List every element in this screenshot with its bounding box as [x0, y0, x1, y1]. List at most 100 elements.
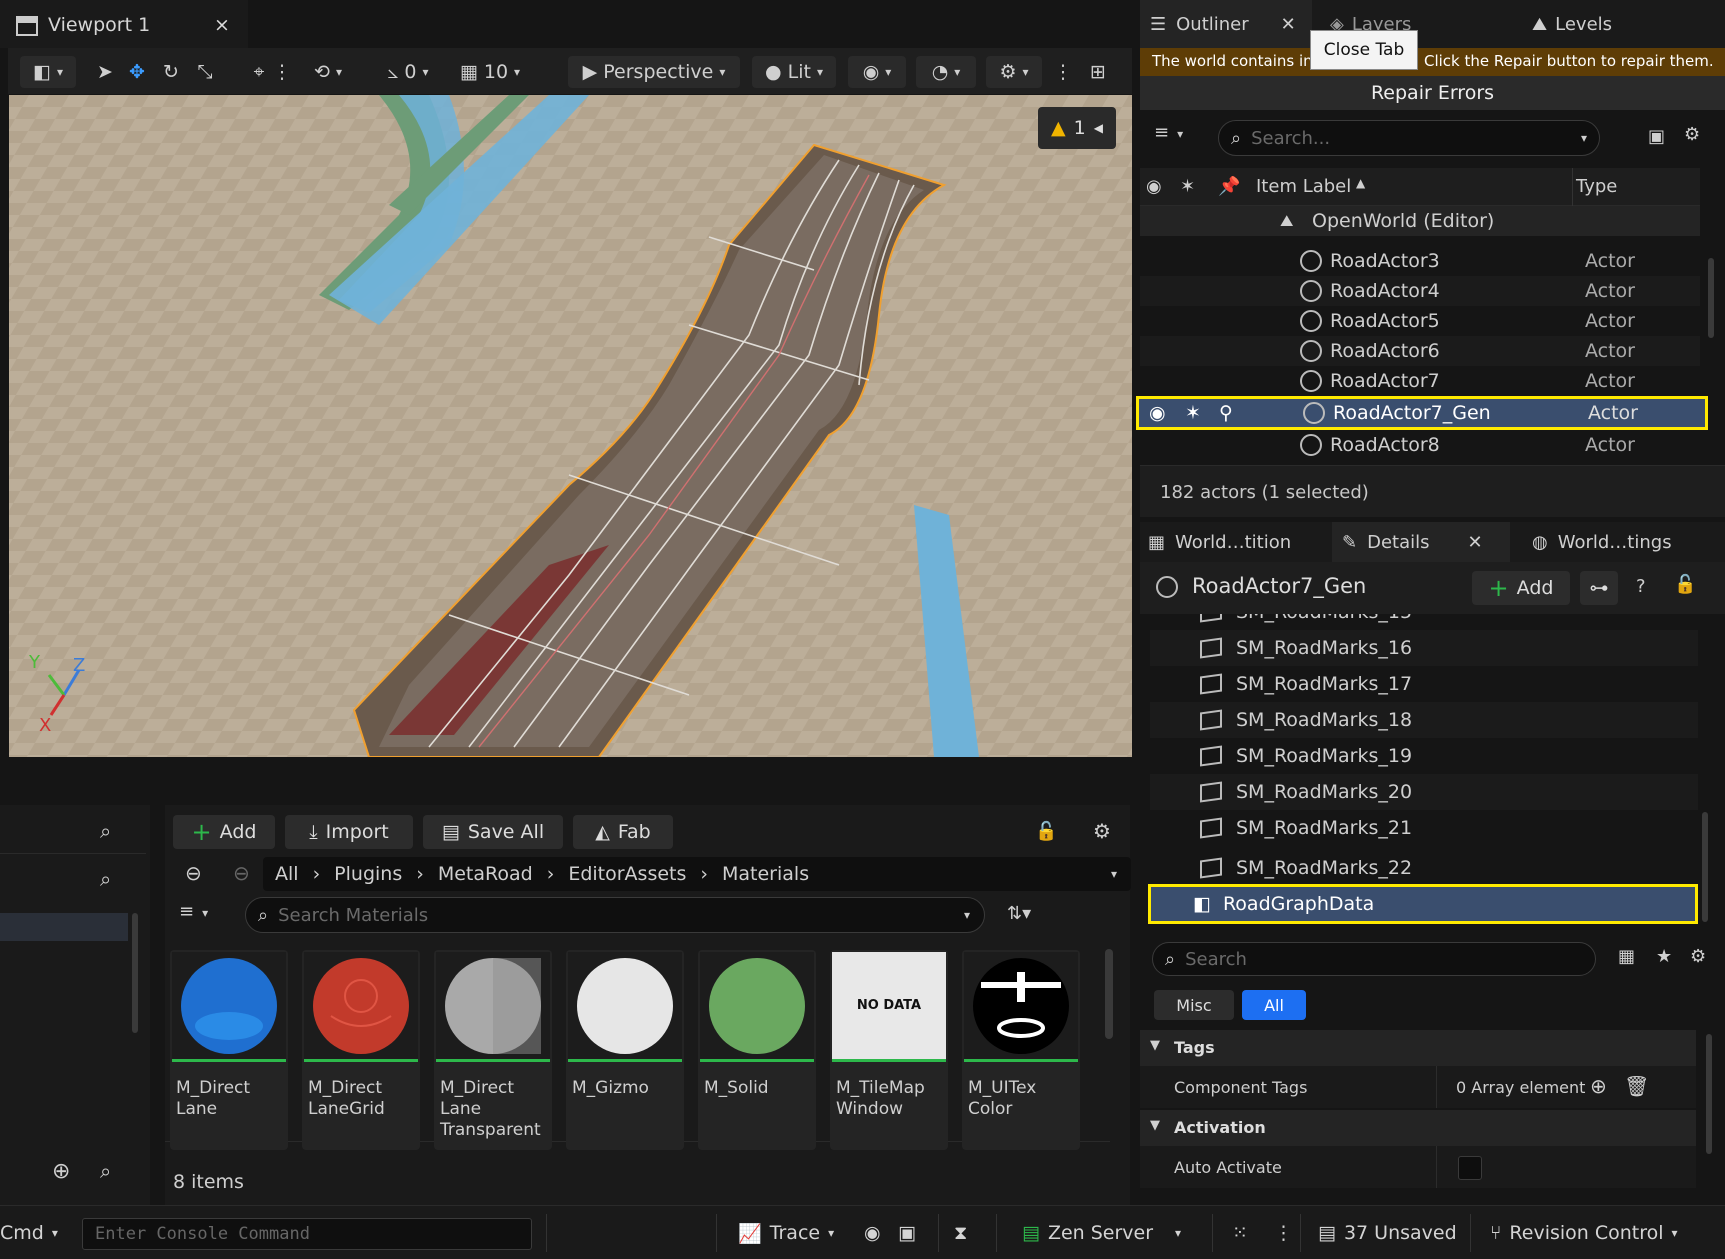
asset-tile[interactable]: M_Solid [698, 950, 816, 1150]
search-icon[interactable]: ⌕ [100, 819, 111, 843]
console-command-input[interactable]: Enter Console Command [82, 1218, 532, 1250]
save-all-button[interactable]: ▤ Save All [423, 815, 563, 849]
type-header[interactable]: Type [1576, 176, 1617, 197]
lock-icon[interactable]: 🔓 [1035, 821, 1057, 842]
star-icon[interactable]: ★ [1656, 946, 1672, 967]
asset-tile[interactable]: M_Direct Lane Transparent [434, 950, 552, 1150]
visibility-column-icon[interactable]: ◉ [1146, 176, 1162, 197]
layout-button[interactable]: ⊞ [1082, 56, 1114, 88]
add-component-button[interactable]: + Add [1472, 571, 1570, 605]
filter-all-button[interactable]: All [1242, 990, 1306, 1020]
tab-world-settings[interactable]: ◍ World…tings [1532, 522, 1672, 562]
settings-dropdown[interactable]: ⚙ ▾ [986, 56, 1042, 88]
star-icon[interactable]: ✶ [1185, 402, 1201, 424]
outliner-row[interactable]: RoadActor3 Actor [1140, 246, 1700, 276]
warning-indicator[interactable]: ▲ 1 ◀ [1038, 107, 1116, 149]
grid-snap-button[interactable]: ▦ 10 ▾ [452, 56, 528, 88]
filter-dropdown[interactable]: ≡ ▾ [1154, 122, 1198, 154]
table-view-icon[interactable]: ▦ [1618, 946, 1635, 967]
asset-tile[interactable]: M_Direct LaneGrid [302, 950, 420, 1150]
eye-icon[interactable]: ◉ [1149, 402, 1166, 424]
show-flags-dropdown[interactable]: ◉ ▾ [848, 56, 906, 88]
fab-button[interactable]: ◭ Fab [573, 815, 673, 849]
help-icon[interactable]: ? [1636, 576, 1646, 597]
cmd-dropdown[interactable]: Cmd ▾ [0, 1218, 58, 1248]
trace-dropdown[interactable]: 📈 Trace ▾ [738, 1218, 834, 1248]
sort-icon[interactable]: ⇅▾ [1007, 903, 1031, 924]
trash-icon[interactable]: 🗑 [1624, 1074, 1649, 1098]
outliner-row[interactable]: RoadActor7 Actor [1140, 366, 1700, 396]
item-label-header[interactable]: Item Label [1256, 176, 1351, 197]
sources-selected-row[interactable] [0, 913, 128, 941]
star-column-icon[interactable]: ✶ [1180, 176, 1195, 197]
sources-scrollbar[interactable] [132, 913, 138, 1033]
add-icon[interactable]: ⊕ [52, 1159, 70, 1184]
breadcrumb-item[interactable]: Plugins [334, 863, 402, 885]
asset-tile[interactable]: NO DATA M_TileMap Window [830, 950, 948, 1150]
add-element-icon[interactable]: ⊕ [1590, 1074, 1607, 1098]
back-arrow-icon[interactable]: ⊖ [185, 861, 202, 885]
outliner-row[interactable]: RoadActor8 Actor [1140, 430, 1700, 460]
component-row[interactable]: SM_RoadMarks_16 [1150, 630, 1698, 666]
lit-dropdown[interactable]: ● Lit ▾ [752, 56, 836, 88]
outliner-row[interactable]: RoadActor4 Actor [1140, 276, 1700, 306]
asset-tile[interactable]: M_Direct Lane [170, 950, 288, 1150]
add-folder-icon[interactable]: ▣ [1648, 126, 1665, 147]
component-row[interactable]: SM_RoadMarks_15 [1150, 614, 1698, 630]
translate-tool-button[interactable]: ✥ [122, 56, 152, 88]
select-tool-button[interactable]: ➤ [90, 56, 120, 88]
pin-icon[interactable]: ⚲ [1219, 402, 1233, 424]
forward-arrow-icon[interactable]: ⊖ [233, 861, 250, 885]
section-activation-header[interactable]: ▼ Activation [1140, 1110, 1696, 1146]
rotate-tool-button[interactable]: ↻ [156, 56, 186, 88]
vertical-dots-icon[interactable]: ⋮ [1274, 1218, 1293, 1248]
gear-icon[interactable]: ⚙ [1093, 819, 1111, 843]
outliner-root-row[interactable]: ⛰ OpenWorld (Editor) [1140, 206, 1700, 236]
outliner-scrollbar[interactable] [1708, 258, 1714, 338]
transform-space-button[interactable]: ⌖ [244, 56, 274, 88]
component-row[interactable]: SM_RoadMarks_18 [1150, 702, 1698, 738]
tab-details[interactable]: ✎ Details ✕ [1332, 522, 1510, 562]
component-row[interactable]: SM_RoadMarks_21 [1150, 810, 1698, 846]
asset-tile[interactable]: M_UITex Color [962, 950, 1080, 1150]
derived-data-icon[interactable]: ⁙ [1232, 1218, 1248, 1248]
component-row[interactable]: SM_RoadMarks_20 [1150, 774, 1698, 810]
gear-icon[interactable]: ⚙ [1690, 946, 1706, 967]
cb-add-button[interactable]: + Add [173, 815, 275, 849]
tab-levels[interactable]: ⛰ Levels [1532, 0, 1682, 48]
record-icon[interactable]: ◉ [864, 1218, 881, 1248]
scale-tool-button[interactable]: ⤡ [190, 56, 220, 88]
asset-tile[interactable]: M_Gizmo [566, 950, 684, 1150]
section-tags-header[interactable]: ▼ Tags [1140, 1030, 1696, 1066]
revision-control-dropdown[interactable]: ⑂ Revision Control ▾ [1490, 1218, 1678, 1248]
assets-scrollbar[interactable] [1105, 949, 1113, 1039]
more-options-button[interactable]: ⋮ [273, 56, 292, 88]
outliner-row[interactable]: RoadActor5 Actor [1140, 306, 1700, 336]
select-mode-button[interactable]: ◧ ▾ [20, 56, 76, 88]
component-row[interactable]: SM_RoadMarks_17 [1150, 666, 1698, 702]
breadcrumb-item[interactable]: Materials [722, 863, 809, 885]
pin-column-icon[interactable]: 📌 [1218, 176, 1240, 197]
component-row[interactable]: SM_RoadMarks_19 [1150, 738, 1698, 774]
rotation-snap-button[interactable]: ⦣ 0 ▾ [370, 56, 446, 88]
blueprint-button[interactable]: ⊶ [1580, 571, 1618, 605]
import-button[interactable]: ⤓ Import [285, 815, 413, 849]
gear-icon[interactable]: ⚙ [1684, 124, 1700, 145]
repair-errors-button[interactable]: Repair Errors [1140, 76, 1725, 110]
materials-search-input[interactable]: ⌕ Search Materials ▾ [245, 897, 985, 933]
hourglass-icon[interactable]: ⧗ [954, 1218, 967, 1248]
outliner-row-selected[interactable]: ◉ ✶ ⚲ RoadActor7_Gen Actor [1136, 396, 1708, 430]
component-scrollbar[interactable] [1702, 812, 1708, 922]
close-icon[interactable]: ✕ [1281, 14, 1296, 35]
outliner-row[interactable]: RoadActor6 Actor [1140, 336, 1700, 366]
auto-activate-checkbox[interactable] [1458, 1156, 1482, 1180]
perspective-dropdown[interactable]: ▶ Perspective ▾ [568, 56, 740, 88]
performance-dropdown[interactable]: ◔ ▾ [916, 56, 976, 88]
tab-world-partition[interactable]: ▦ World…tition [1148, 522, 1291, 562]
component-row[interactable]: SM_RoadMarks_22 [1150, 850, 1698, 886]
chevron-down-icon[interactable]: ▾ [1111, 867, 1117, 881]
zen-server-dropdown[interactable]: ▤ Zen Server ▾ [1022, 1218, 1181, 1248]
filter-misc-button[interactable]: Misc [1154, 990, 1234, 1020]
details-scrollbar[interactable] [1706, 1034, 1712, 1154]
tab-outliner[interactable]: ☰ Outliner ✕ [1140, 0, 1312, 48]
